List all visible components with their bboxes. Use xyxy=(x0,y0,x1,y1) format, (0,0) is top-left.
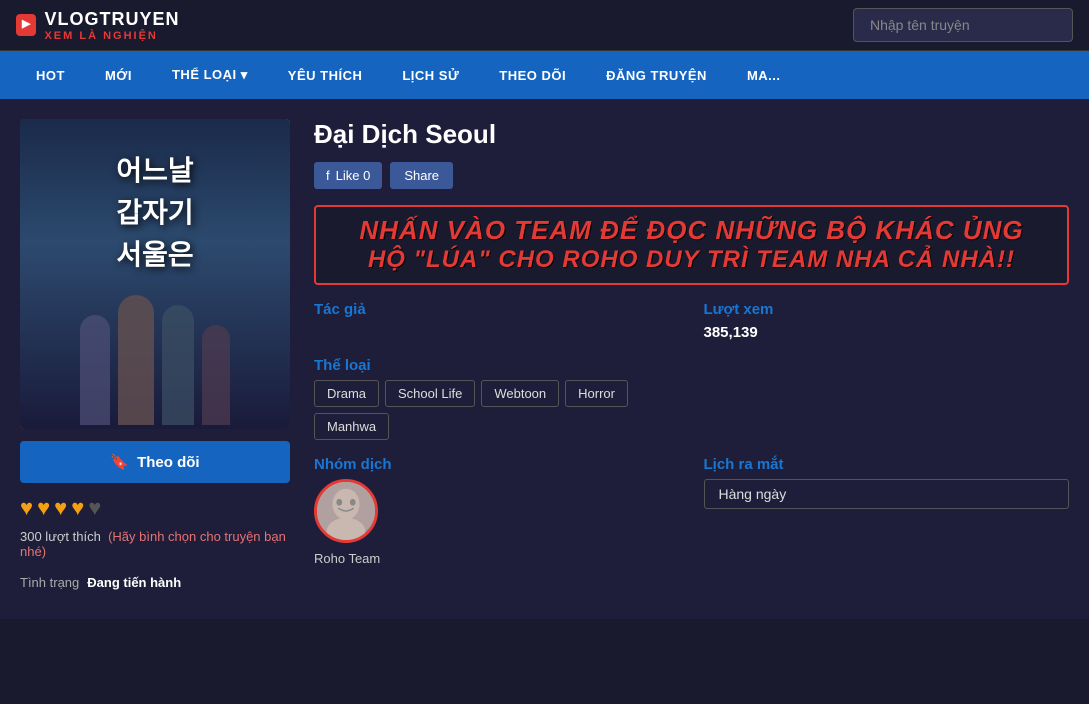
tinh-trang-label: Tình trạng xyxy=(20,575,79,590)
star-rating[interactable]: ♥ ♥ ♥ ♥ ♥ xyxy=(20,495,290,521)
star-3[interactable]: ♥ xyxy=(54,495,67,521)
tac-gia-label: Tác giả xyxy=(314,301,680,318)
nav-moi[interactable]: MỚI xyxy=(85,52,152,99)
tags-container: Drama School Life Webtoon Horror Manhwa xyxy=(314,380,680,440)
nav: HOT MỚI THỂ LOẠI ▾ YÊU THÍCH LỊCH SỬ THE… xyxy=(0,51,1089,99)
promo-line1: NHẤN VÀO TEAM ĐỂ ĐỌC NHỮNG BỘ KHÁC ỦNG xyxy=(332,215,1051,246)
empty-col xyxy=(704,357,1070,440)
likes-count: 300 lượt thích xyxy=(20,529,101,544)
nav-hot[interactable]: HOT xyxy=(16,52,85,99)
lich-ra-mat-label: Lịch ra mắt xyxy=(704,456,1070,473)
promo-banner: NHẤN VÀO TEAM ĐỂ ĐỌC NHỮNG BỘ KHÁC ỦNG H… xyxy=(314,205,1069,285)
nhom-dich-content: Roho Team xyxy=(314,479,680,566)
nav-ma[interactable]: MA... xyxy=(727,52,801,99)
luot-xem-label: Lượt xem xyxy=(704,301,1070,318)
star-5[interactable]: ♥ xyxy=(88,495,101,521)
nav-the-loai[interactable]: THỂ LOẠI ▾ xyxy=(152,51,268,99)
follow-button[interactable]: 🔖 Theo dõi xyxy=(20,441,290,483)
star-1[interactable]: ♥ xyxy=(20,495,33,521)
content: ROHO TEAM VLOGTRUYENXEM LÀ NGHIỆN 어느날 갑자… xyxy=(0,99,1089,619)
nav-dang-truyen[interactable]: ĐĂNG TRUYỆN xyxy=(586,52,727,99)
logo-main: VLOGTRUYEN xyxy=(44,9,179,30)
star-2[interactable]: ♥ xyxy=(37,495,50,521)
bookmark-icon: 🔖 xyxy=(110,453,129,471)
tag-manhwa[interactable]: Manhwa xyxy=(314,413,389,440)
nav-theo-doi[interactable]: THEO DÕI xyxy=(479,52,586,99)
nhom-dich-row: Nhóm dịch xyxy=(314,456,680,566)
right-panel: Đại Dịch Seoul f Like 0 Share NHẤN VÀO T… xyxy=(314,119,1069,599)
header: ▶ VLOGTRUYEN XEM LÀ NGHIỆN xyxy=(0,0,1089,51)
star-4[interactable]: ♥ xyxy=(71,495,84,521)
fb-like-button[interactable]: f Like 0 xyxy=(314,162,382,189)
fb-icon: f xyxy=(326,168,330,183)
nav-lich-su[interactable]: LỊCH SỬ xyxy=(382,52,479,99)
nav-yeu-thich[interactable]: YÊU THÍCH xyxy=(268,52,383,99)
social-bar: f Like 0 Share xyxy=(314,162,1069,189)
the-loai-label: Thể loại xyxy=(314,357,680,374)
luot-xem-value: 385,139 xyxy=(704,324,1070,341)
status-row: Tình trạng Đang tiến hành xyxy=(20,575,290,590)
tinh-trang-value: Đang tiến hành xyxy=(87,575,181,590)
likes-text: 300 lượt thích (Hãy bình chọn cho truyện… xyxy=(20,529,290,559)
logo-icon[interactable]: ▶ xyxy=(16,14,36,35)
manga-cover: ROHO TEAM VLOGTRUYENXEM LÀ NGHIỆN 어느날 갑자… xyxy=(20,119,290,429)
team-name: Roho Team xyxy=(314,551,380,566)
team-avatar[interactable] xyxy=(314,479,378,543)
tac-gia-row: Tác giả xyxy=(314,301,680,341)
logo-sub: XEM LÀ NGHIỆN xyxy=(44,30,179,42)
promo-line2: HỘ "LÚA" CHO ROHO DUY TRÌ TEAM NHA CẢ NH… xyxy=(332,246,1051,275)
share-button[interactable]: Share xyxy=(390,162,453,189)
fb-like-label: Like 0 xyxy=(336,168,371,183)
cover-content: ROHO TEAM VLOGTRUYENXEM LÀ NGHIỆN 어느날 갑자… xyxy=(20,119,290,429)
logo-text: VLOGTRUYEN XEM LÀ NGHIỆN xyxy=(44,9,179,42)
follow-label: Theo dõi xyxy=(137,454,200,471)
logo: ▶ VLOGTRUYEN XEM LÀ NGHIỆN xyxy=(16,9,179,42)
luot-xem-row: Lượt xem 385,139 xyxy=(704,301,1070,341)
tag-horror[interactable]: Horror xyxy=(565,380,628,407)
tag-webtoon[interactable]: Webtoon xyxy=(481,380,559,407)
tag-school-life[interactable]: School Life xyxy=(385,380,475,407)
team-avatar-inner xyxy=(317,482,375,540)
nhom-dich-label: Nhóm dịch xyxy=(314,456,680,473)
tag-drama[interactable]: Drama xyxy=(314,380,379,407)
manga-title: Đại Dịch Seoul xyxy=(314,119,1069,150)
logo-icon-main: ▶ xyxy=(22,18,30,31)
the-loai-row: Thể loại Drama School Life Webtoon Horro… xyxy=(314,357,680,440)
info-grid: Tác giả Lượt xem 385,139 Thể loại Drama … xyxy=(314,301,1069,566)
left-panel: ROHO TEAM VLOGTRUYENXEM LÀ NGHIỆN 어느날 갑자… xyxy=(20,119,290,599)
search-input[interactable] xyxy=(853,8,1073,42)
lich-ra-mat-row: Lịch ra mắt Hàng ngày xyxy=(704,456,1070,566)
lich-ra-mat-value: Hàng ngày xyxy=(704,479,1070,509)
